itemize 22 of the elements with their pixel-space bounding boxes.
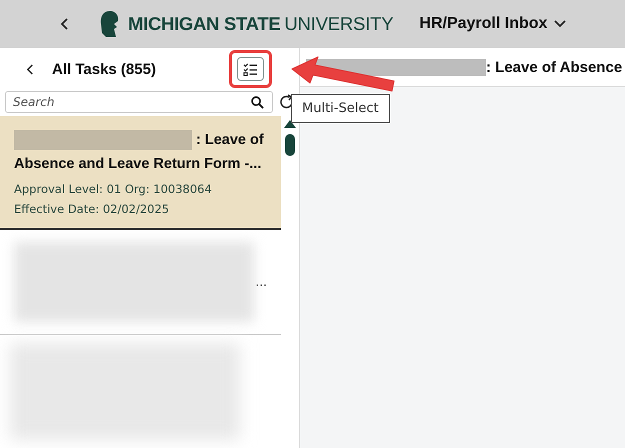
checklist-icon [243, 62, 258, 76]
scroll-up-icon[interactable] [284, 120, 296, 128]
task-title: Absence and Leave Return Form -... [14, 155, 262, 174]
search-field[interactable]: Search [5, 91, 273, 113]
inbox-dropdown[interactable]: HR/Payroll Inbox [419, 15, 566, 33]
effective-date: Effective Date: 02/02/2025 [14, 202, 170, 216]
university-name-suffix: UNIVERSITY [284, 13, 394, 35]
back-icon[interactable] [60, 17, 70, 31]
task-card[interactable]: ... [0, 230, 281, 335]
search-icon [251, 96, 264, 109]
scrollbar-thumb[interactable] [285, 134, 295, 156]
tooltip: Multi-Select [291, 94, 390, 123]
back-icon[interactable] [26, 62, 35, 76]
university-name: MICHIGAN STATE [128, 13, 280, 35]
detail-title: : Leave of Absence [486, 58, 622, 76]
approval-level: Approval Level: 01 Org: 10038064 [14, 182, 213, 196]
task-card[interactable]: : Leave of Absence and Leave Return Form -... Approval Level: 01 Org: 10038064 Effective Date: 02/02/2025 [0, 116, 281, 230]
multi-select-button[interactable] [237, 57, 264, 81]
task-title: : Leave of [196, 131, 264, 150]
chevron-down-icon [554, 20, 566, 28]
list-title: All Tasks (855) [52, 60, 157, 78]
task-title: ... [256, 275, 267, 289]
